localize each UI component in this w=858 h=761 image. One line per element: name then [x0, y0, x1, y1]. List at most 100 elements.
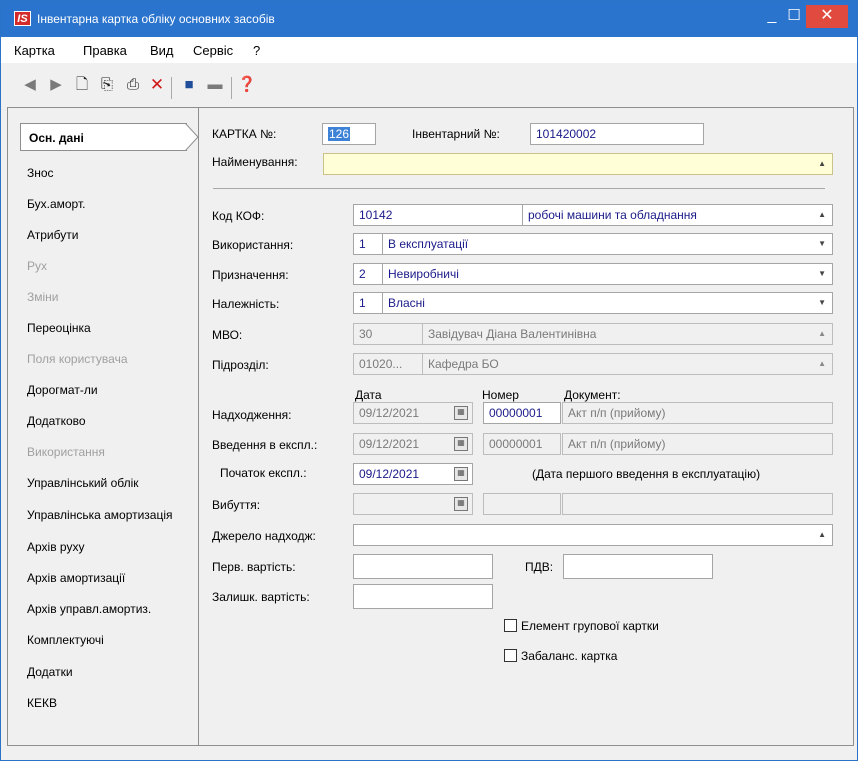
window-title: Інвентарна картка обліку основних засобі… — [37, 12, 275, 26]
sidebar-item-main-data[interactable]: Осн. дані — [20, 123, 187, 151]
arrival-number-field[interactable]: 00000001 — [483, 402, 561, 424]
app-logo-icon: IS — [14, 11, 31, 26]
purpose-select[interactable]: Невиробничі ▼ — [382, 263, 833, 285]
copy-doc-icon[interactable]: ⎘ — [97, 75, 117, 95]
purpose-value: Невиробничі — [388, 267, 459, 281]
next-record-icon[interactable]: ▶ — [46, 75, 66, 95]
group-card-label: Елемент групової картки — [521, 619, 659, 633]
start-operation-note: (Дата першого введення в експлуатацію) — [532, 467, 761, 481]
kof-label: Код КОФ: — [212, 209, 265, 223]
purpose-code-field[interactable]: 2 — [353, 263, 383, 285]
sidebar-item-mgmt-amort-archive[interactable]: Архів управл.амортиз. — [27, 602, 151, 616]
delete-icon[interactable]: ✕ — [147, 75, 167, 95]
usage-code-field[interactable]: 1 — [353, 233, 383, 255]
off-balance-label: Забаланс. картка — [521, 649, 618, 663]
app-window: IS Інвентарна картка обліку основних зас… — [0, 0, 858, 761]
dropdown-arrow-icon[interactable]: ▼ — [818, 264, 826, 284]
sidebar-item-additional[interactable]: Додатково — [27, 414, 86, 428]
initial-cost-field[interactable] — [353, 554, 493, 579]
sidebar-item-acc-amort[interactable]: Бух.аморт. — [27, 197, 85, 211]
ownership-value: Власні — [388, 296, 425, 310]
usage-select[interactable]: В експлуатації ▼ — [382, 233, 833, 255]
sidebar-item-movement: Рух — [27, 259, 48, 273]
ownership-select[interactable]: Власні ▼ — [382, 292, 833, 314]
source-label: Джерело надходж: — [212, 529, 316, 543]
division-code-field: 01020... — [353, 353, 423, 375]
commissioning-date-field: 09/12/2021 ▦ — [353, 433, 473, 455]
vat-field[interactable] — [563, 554, 713, 579]
start-operation-label: Початок експл.: — [220, 466, 307, 480]
commissioning-number-field: 00000001 — [483, 433, 561, 455]
off-balance-checkbox[interactable] — [504, 649, 517, 662]
sidebar-item-components[interactable]: Комплектуючі — [27, 633, 104, 647]
new-doc-icon[interactable]: 🗋 — [72, 75, 92, 95]
sidebar-item-amortization-archive[interactable]: Архів амортизації — [27, 571, 125, 585]
sidebar-item-management-accounting[interactable]: Управлінський облік — [27, 476, 139, 490]
initial-cost-label: Перв. вартість: — [212, 560, 296, 574]
sidebar-item-attributes[interactable]: Атрибути — [27, 228, 78, 242]
residual-cost-field[interactable] — [353, 584, 493, 609]
group-card-checkbox[interactable] — [504, 619, 517, 632]
division-label: Підрозділ: — [212, 358, 269, 372]
sidebar-item-precious-metals[interactable]: Дорогмат-ли — [27, 383, 98, 397]
print-icon[interactable]: ⎙ — [123, 75, 143, 95]
sidebar-item-kekv[interactable]: КЕКВ — [27, 696, 57, 710]
close-button[interactable]: ✕ — [806, 5, 848, 28]
maximize-button[interactable]: ☐ — [779, 1, 809, 31]
card-no-label: КАРТКА №: — [212, 127, 277, 141]
sidebar-item-management-amortization[interactable]: Управлінська амортизація — [27, 508, 173, 522]
inventory-no-field[interactable]: 101420002 — [530, 123, 704, 145]
dropdown-arrow-icon[interactable]: ▲ — [818, 154, 826, 174]
sidebar: Осн. дані Знос Бух.аморт. Атрибути Рух З… — [8, 108, 199, 745]
menu-service[interactable]: Сервіс — [193, 43, 233, 58]
menu-edit[interactable]: Правка — [83, 43, 127, 58]
toolbar: ◀ ▶ 🗋 ⎘ ⎙ ✕ ■ ▬ ❓ — [1, 71, 857, 103]
dropdown-arrow-icon: ▲ — [818, 329, 826, 338]
disposal-date-field: ▦ — [353, 493, 473, 515]
monitor-icon[interactable]: ▬ — [205, 75, 225, 95]
menu-card[interactable]: Картка — [14, 43, 55, 58]
calendar-icon: ▦ — [454, 437, 468, 451]
card-no-field[interactable]: 126 — [322, 123, 376, 145]
commissioning-date-value: 09/12/2021 — [359, 437, 420, 451]
mvo-select: Завідувач Діана Валентинівна ▲ — [422, 323, 833, 345]
arrival-document-field: Акт п/п (прийому) — [562, 402, 833, 424]
calendar-icon[interactable]: ▦ — [454, 467, 468, 481]
kof-name-value: робочі машини та обладнання — [528, 208, 697, 222]
usage-value: В експлуатації — [388, 237, 469, 251]
kof-name-field[interactable]: робочі машини та обладнання ▲ — [522, 204, 833, 226]
save-icon[interactable]: ■ — [179, 75, 199, 95]
sidebar-item-attachments[interactable]: Додатки — [27, 665, 73, 679]
dropdown-arrow-icon[interactable]: ▲ — [818, 525, 826, 545]
source-field[interactable]: ▲ — [353, 524, 833, 546]
title-bar: IS Інвентарна картка обліку основних зас… — [1, 1, 857, 37]
divider — [213, 188, 825, 189]
dropdown-arrow-icon[interactable]: ▲ — [818, 205, 826, 225]
division-select: Кафедра БО ▲ — [422, 353, 833, 375]
menu-bar: Картка Правка Вид Сервіс ? — [1, 37, 857, 63]
kof-code-field[interactable]: 10142 — [353, 204, 523, 226]
mvo-label: МВО: — [212, 328, 243, 342]
menu-view[interactable]: Вид — [150, 43, 174, 58]
dropdown-arrow-icon[interactable]: ▼ — [818, 234, 826, 254]
vat-label: ПДВ: — [525, 560, 554, 574]
name-field[interactable]: ▲ — [323, 153, 833, 175]
menu-help[interactable]: ? — [253, 43, 260, 58]
purpose-label: Призначення: — [212, 268, 289, 282]
ownership-code-field[interactable]: 1 — [353, 292, 383, 314]
main-panel: Осн. дані Знос Бух.аморт. Атрибути Рух З… — [7, 107, 854, 746]
help-icon[interactable]: ❓ — [237, 75, 257, 95]
start-operation-date-field[interactable]: 09/12/2021 ▦ — [353, 463, 473, 485]
sidebar-item-revaluation[interactable]: Переоцінка — [27, 321, 91, 335]
inventory-no-label: Інвентарний №: — [412, 127, 500, 141]
arrival-label: Надходження: — [212, 408, 292, 422]
sidebar-item-movement-archive[interactable]: Архів руху — [27, 540, 84, 554]
dropdown-arrow-icon: ▲ — [818, 359, 826, 368]
dropdown-arrow-icon[interactable]: ▼ — [818, 293, 826, 313]
start-operation-date-value: 09/12/2021 — [359, 467, 420, 481]
sidebar-item-depreciation[interactable]: Знос — [27, 166, 54, 180]
prev-record-icon[interactable]: ◀ — [20, 75, 40, 95]
division-value: Кафедра БО — [428, 357, 499, 371]
residual-cost-label: Залишк. вартість: — [212, 590, 310, 604]
arrival-date-value: 09/12/2021 — [359, 406, 420, 420]
